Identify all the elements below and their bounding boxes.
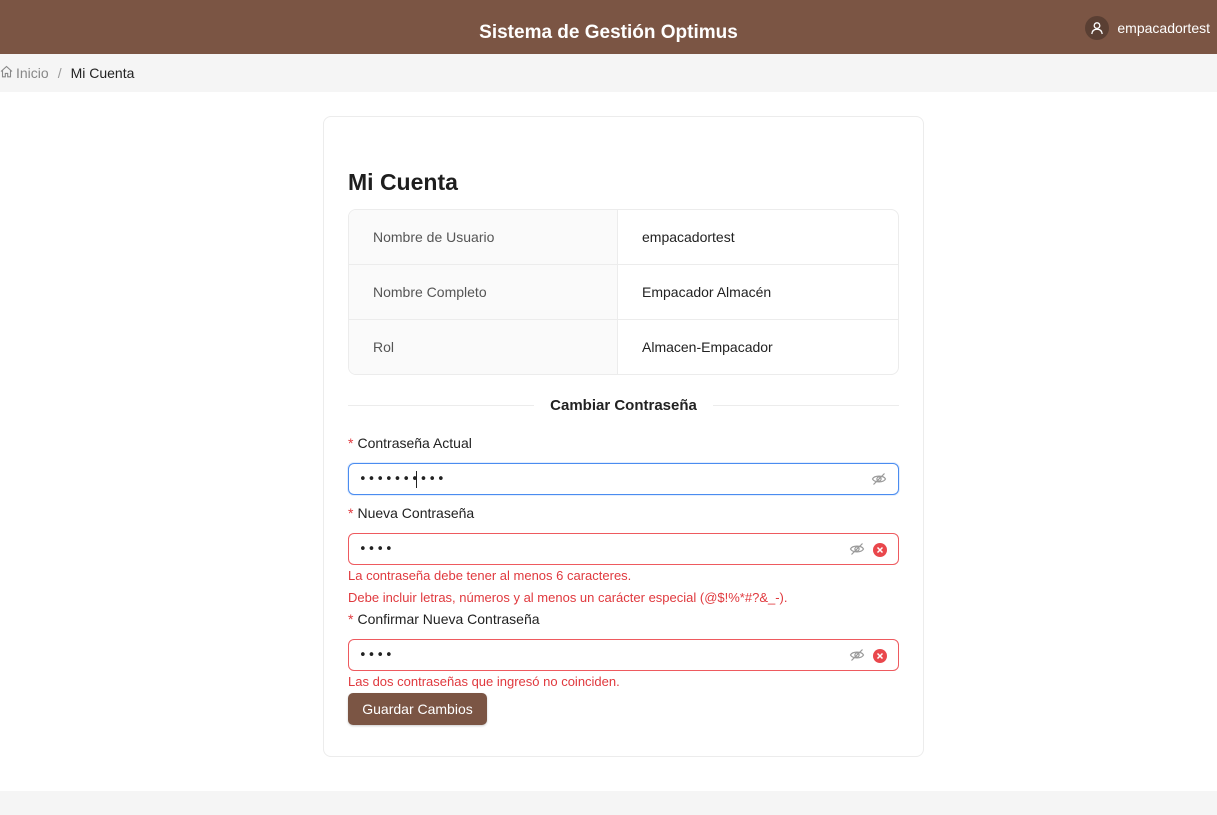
confirm-password-field[interactable] <box>348 639 899 671</box>
close-circle-icon[interactable] <box>873 543 887 557</box>
new-password-label: * Nueva Contraseña <box>348 505 475 521</box>
confirm-password-label: * Confirmar Nueva Contraseña <box>348 611 540 627</box>
user-menu[interactable]: empacadortest <box>1085 16 1210 40</box>
breadcrumb: Inicio / Mi Cuenta <box>0 54 1217 92</box>
new-password-field[interactable] <box>348 533 899 565</box>
required-mark: * <box>348 611 354 627</box>
table-row: Nombre Completo Empacador Almacén <box>349 265 898 320</box>
user-icon <box>1085 16 1110 40</box>
eye-off-icon[interactable] <box>871 472 887 491</box>
current-password-input[interactable] <box>359 464 829 494</box>
info-label: Nombre de Usuario <box>349 210 618 264</box>
info-value: empacadortest <box>642 229 735 245</box>
current-password-field[interactable] <box>348 463 899 495</box>
save-button[interactable]: Guardar Cambios <box>348 693 487 725</box>
breadcrumb-separator: / <box>57 65 62 81</box>
required-mark: * <box>348 505 354 521</box>
breadcrumb-home-link[interactable]: Inicio <box>0 65 49 81</box>
app-title: Sistema de Gestión Optimus <box>479 22 738 43</box>
current-password-label: * Contraseña Actual <box>348 435 472 451</box>
close-circle-icon[interactable] <box>873 649 887 663</box>
new-password-input[interactable] <box>359 534 829 564</box>
confirm-password-input[interactable] <box>359 640 829 670</box>
breadcrumb-home-label: Inicio <box>16 65 49 81</box>
page-title: Mi Cuenta <box>348 169 458 195</box>
home-icon <box>0 65 13 81</box>
eye-off-icon[interactable] <box>849 648 865 667</box>
breadcrumb-current: Mi Cuenta <box>70 65 135 81</box>
info-value: Almacen-Empacador <box>642 339 773 355</box>
eye-off-icon[interactable] <box>849 542 865 561</box>
footer <box>0 791 1217 815</box>
table-row: Nombre de Usuario empacadortest <box>349 210 898 265</box>
app-header: Sistema de Gestión Optimus empacadortest <box>0 0 1217 54</box>
section-divider: Cambiar Contraseña <box>348 395 899 415</box>
info-value: Empacador Almacén <box>642 284 772 300</box>
confirm-password-error: Las dos contraseñas que ingresó no coinc… <box>348 674 620 689</box>
username: empacadortest <box>1117 20 1210 36</box>
section-title: Cambiar Contraseña <box>550 396 697 414</box>
account-info-table: Nombre de Usuario empacadortest Nombre C… <box>348 209 899 375</box>
info-label: Nombre Completo <box>349 265 618 319</box>
new-password-error: La contraseña debe tener al menos 6 cara… <box>348 568 632 583</box>
new-password-error: Debe incluir letras, números y al menos … <box>348 590 788 605</box>
info-label: Rol <box>349 320 618 374</box>
table-row: Rol Almacen-Empacador <box>349 320 898 374</box>
required-mark: * <box>348 435 354 451</box>
account-card: Mi Cuenta Nombre de Usuario empacadortes… <box>323 116 924 757</box>
